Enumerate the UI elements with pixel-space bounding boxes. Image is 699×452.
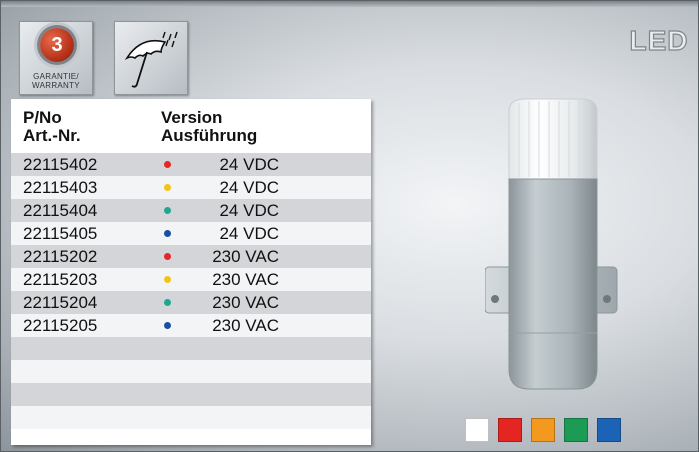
table-row <box>11 360 371 383</box>
color-swatch <box>597 418 621 442</box>
table-rows: 22115402 24 VDC 22115403 24 VDC 22115404 24 V… <box>11 153 371 429</box>
table-row <box>11 383 371 406</box>
led-logo: LED <box>629 25 689 55</box>
color-dot-icon <box>164 299 171 306</box>
warranty-label: GARANTIE/ WARRANTY <box>20 72 92 90</box>
header-part-number: P/No Art.-Nr. <box>23 109 81 145</box>
part-number: 22115404 <box>23 201 98 220</box>
color-dot-icon <box>164 207 171 214</box>
table-row: 22115405 24 VDC <box>11 222 371 245</box>
table-row: 22115204 230 VAC <box>11 291 371 314</box>
header-version: Version Ausführung <box>161 109 257 145</box>
part-number: 22115405 <box>23 224 98 243</box>
warranty-label-line2: WARRANTY <box>32 81 80 90</box>
part-number: 22115402 <box>23 155 98 174</box>
weatherproof-badge <box>114 21 188 95</box>
color-dot-icon <box>164 161 171 168</box>
part-number: 22115203 <box>23 270 98 289</box>
header-art-nr: Art.-Nr. <box>23 126 81 145</box>
umbrella-rain-icon <box>124 31 178 88</box>
part-number: 22115204 <box>23 293 98 312</box>
warranty-years: 3 <box>40 28 74 62</box>
color-dot-icon <box>164 322 171 329</box>
signal-lamp-image <box>485 98 618 390</box>
color-swatch <box>531 418 555 442</box>
part-number: 22115202 <box>23 247 98 266</box>
color-dot-icon <box>164 184 171 191</box>
color-swatch <box>465 418 489 442</box>
version-value: 230 VAC <box>212 316 279 335</box>
version-value: 24 VDC <box>219 224 279 243</box>
version-value: 230 VAC <box>212 247 279 266</box>
color-dot-icon <box>164 230 171 237</box>
version-value: 24 VDC <box>219 201 279 220</box>
led-logo-text: LED <box>630 25 689 55</box>
header-version-de: Ausführung <box>161 126 258 145</box>
table-row <box>11 337 371 360</box>
color-dot-icon <box>164 253 171 260</box>
header-version-en: Version <box>161 108 223 127</box>
warranty-badge: 3 GARANTIE/ WARRANTY <box>19 21 93 95</box>
part-number: 22115205 <box>23 316 98 335</box>
version-value: 230 VAC <box>212 270 279 289</box>
color-options <box>465 418 621 442</box>
version-value: 24 VDC <box>219 178 279 197</box>
table-row: 22115404 24 VDC <box>11 199 371 222</box>
header-pno: P/No <box>23 108 62 127</box>
warranty-label-line1: GARANTIE/ <box>33 72 79 81</box>
table-row: 22115202 230 VAC <box>11 245 371 268</box>
color-swatch <box>564 418 588 442</box>
table-row: 22115403 24 VDC <box>11 176 371 199</box>
part-number: 22115403 <box>23 178 98 197</box>
version-value: 230 VAC <box>212 293 279 312</box>
top-border-strip <box>1 1 698 7</box>
color-dot-icon <box>164 276 171 283</box>
table-row: 22115402 24 VDC <box>11 153 371 176</box>
table-row: 22115205 230 VAC <box>11 314 371 337</box>
product-sheet: 3 GARANTIE/ WARRANTY P/No Art.-Nr. Versi… <box>0 0 699 452</box>
version-value: 24 VDC <box>219 155 279 174</box>
table-row <box>11 406 371 429</box>
color-swatch <box>498 418 522 442</box>
part-number-table: P/No Art.-Nr. Version Ausführung 2211540… <box>11 99 371 445</box>
table-row: 22115203 230 VAC <box>11 268 371 291</box>
